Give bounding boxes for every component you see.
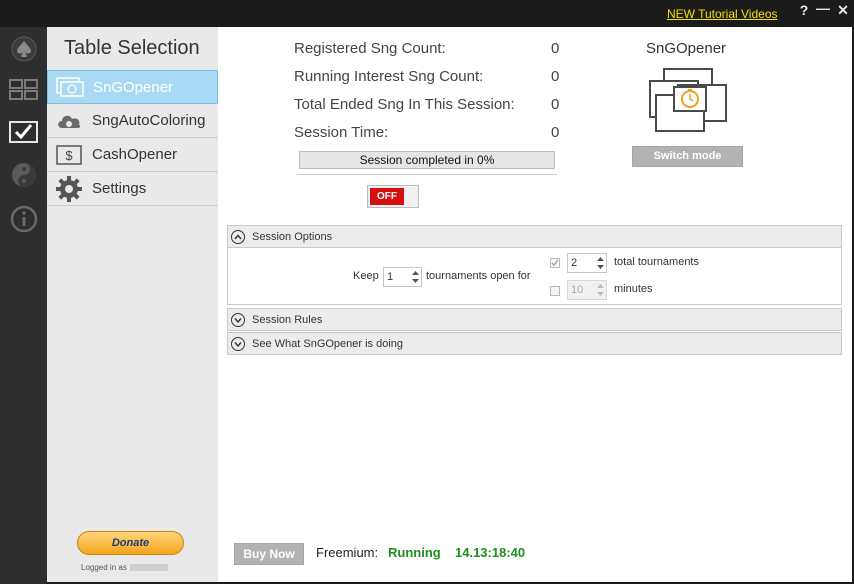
session-toggle[interactable]: OFF [367, 185, 419, 208]
sidebar-item-settings[interactable]: Settings [47, 172, 218, 206]
yin-yang-icon [12, 163, 36, 187]
rail-item-poker[interactable] [8, 33, 40, 65]
session-rules-panel: Session Rules [227, 308, 842, 331]
sng-opener-mode-icon [648, 67, 728, 142]
tables-grid-icon [9, 79, 38, 100]
session-options-panel: Session Options Keep 1 tournaments open … [227, 225, 842, 305]
title-bar: NEW Tutorial Videos ? — ✕ [0, 0, 854, 27]
session-options-body: Keep 1 tournaments open for 2 total tour… [227, 248, 842, 305]
minutes-checkbox[interactable] [550, 286, 560, 296]
stepper-arrows-icon [597, 257, 604, 269]
mode-title: SnGOpener [646, 40, 727, 57]
sidebar-item-cashopener[interactable]: $ CashOpener [47, 138, 218, 172]
total-ended-sng-value: 0 [551, 96, 560, 113]
logged-in-label: Logged in as [81, 563, 127, 572]
toggle-off-label: OFF [370, 188, 404, 205]
rail-item-tables[interactable] [8, 74, 40, 106]
plan-label: Freemium: [316, 545, 379, 560]
sidebar-nav: SnGOpener SngAutoColoring $ CashOpener S… [47, 70, 218, 206]
chevron-down-icon [231, 312, 245, 327]
stepper-arrows-icon [412, 271, 419, 283]
activity-title: See What SnGOpener is doing [252, 337, 404, 350]
total-tournaments-value: 2 [571, 257, 578, 269]
registered-sng-count-value: 0 [551, 40, 560, 57]
minutes-stepper[interactable]: 10 [567, 280, 607, 300]
stepper-arrows-icon [597, 284, 604, 296]
keep-count-value: 1 [387, 271, 394, 283]
rail-item-balance[interactable] [8, 159, 40, 191]
main-panel: Registered Sng Count: 0 Running Interest… [218, 27, 852, 582]
minimize-button[interactable]: — [815, 0, 831, 16]
sidebar-item-label: SnGOpener [93, 78, 174, 96]
spade-icon [11, 36, 37, 62]
keep-label: Keep [353, 270, 379, 282]
session-rules-header[interactable]: Session Rules [227, 308, 842, 331]
total-tournaments-label: total tournaments [614, 256, 699, 268]
sng-opener-icon [55, 75, 85, 99]
dollar-icon: $ [54, 143, 84, 167]
buy-now-button[interactable]: Buy Now [234, 543, 304, 565]
session-time-label: Session Time: [294, 124, 389, 141]
divider [296, 174, 557, 175]
registered-sng-count-label: Registered Sng Count: [294, 40, 446, 57]
gear-icon [54, 175, 84, 202]
tutorial-videos-link[interactable]: NEW Tutorial Videos [667, 7, 778, 21]
session-progress-text: Session completed in 0% [359, 153, 495, 167]
running-interest-sng-count-value: 0 [551, 68, 560, 85]
rail-item-table-selection[interactable] [8, 116, 40, 148]
total-ended-sng-label: Total Ended Sng In This Session: [294, 96, 515, 113]
activity-panel: See What SnGOpener is doing [227, 332, 842, 355]
session-options-header[interactable]: Session Options [227, 225, 842, 248]
minutes-value: 10 [571, 284, 584, 296]
plan-status: Running [388, 545, 441, 560]
donate-button[interactable]: Donate [77, 531, 184, 555]
help-button[interactable]: ? [796, 2, 812, 18]
logged-in-info: Logged in as [81, 563, 168, 572]
sidebar-item-label: CashOpener [92, 146, 178, 163]
running-interest-sng-count-label: Running Interest Sng Count: [294, 68, 484, 85]
redacted-username [129, 564, 168, 572]
check-icon [551, 259, 559, 266]
total-tournaments-stepper[interactable]: 2 [567, 253, 607, 273]
sidebar-title: Table Selection [64, 37, 200, 59]
rail-item-info[interactable] [8, 203, 40, 235]
close-button[interactable]: ✕ [835, 2, 851, 19]
switch-mode-button[interactable]: Switch mode [632, 146, 743, 167]
icon-rail [0, 27, 47, 584]
info-icon [10, 205, 38, 233]
keep-count-stepper[interactable]: 1 [383, 267, 422, 287]
session-progress-bar: Session completed in 0% [299, 151, 555, 169]
svg-text:$: $ [65, 148, 73, 163]
activity-header[interactable]: See What SnGOpener is doing [227, 332, 842, 355]
total-tournaments-checkbox[interactable] [550, 258, 560, 268]
cloud-icon [54, 109, 84, 133]
session-rules-title: Session Rules [252, 313, 323, 326]
sidebar-item-label: Settings [92, 180, 147, 197]
sidebar: Table Selection SnGOpener SngAutoColorin… [47, 27, 218, 582]
chevron-up-icon [231, 229, 245, 244]
sidebar-item-label: SngAutoColoring [92, 112, 206, 129]
plan-timer: 14.13:18:40 [455, 545, 526, 560]
session-options-title: Session Options [252, 230, 333, 243]
session-time-value: 0 [551, 124, 560, 141]
tournaments-open-label: tournaments open for [426, 270, 531, 282]
checkmark-icon [9, 121, 38, 143]
sidebar-item-sngopener[interactable]: SnGOpener [47, 70, 218, 104]
sidebar-item-sngautocoloring[interactable]: SngAutoColoring [47, 104, 218, 138]
chevron-down-icon [231, 336, 245, 351]
minutes-label: minutes [614, 283, 653, 295]
